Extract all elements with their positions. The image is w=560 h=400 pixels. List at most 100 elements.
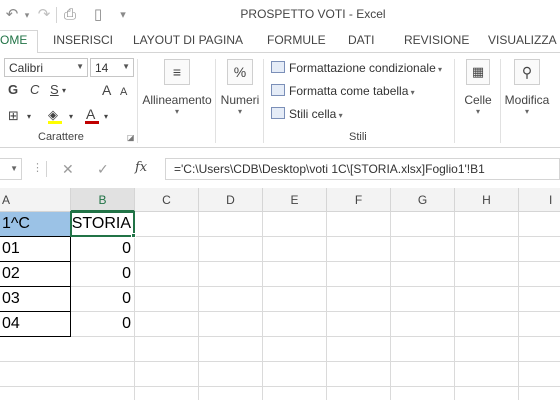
alignment-button[interactable]: ≡ Allineamento ▾ (141, 59, 213, 116)
cell-a5[interactable]: 04 (0, 315, 70, 333)
tab-insert[interactable]: INSERISCI (53, 33, 113, 47)
chevron-down-icon: ▼ (10, 164, 18, 173)
fill-handle[interactable] (131, 233, 136, 238)
number-format-button[interactable]: % Numeri ▾ (219, 59, 261, 116)
insert-function-button[interactable]: fx (135, 160, 147, 175)
editing-button[interactable]: ⚲ Modifica ▾ (501, 59, 553, 116)
name-box[interactable]: ▼ (0, 158, 22, 180)
chevron-down-icon: ▾ (174, 107, 179, 116)
cell-a2[interactable]: 01 (0, 240, 70, 258)
enter-icon[interactable]: ✓ (97, 161, 109, 178)
binoculars-icon: ⚲ (514, 59, 540, 85)
font-color-swatch (85, 121, 99, 124)
gridline (518, 212, 519, 400)
group-label-styles: Stili (349, 131, 367, 143)
cell-a3[interactable]: 02 (0, 265, 70, 283)
group-separator (263, 59, 264, 143)
column-header-f[interactable]: F (327, 188, 391, 212)
column-header-c[interactable]: C (135, 188, 199, 212)
cancel-icon[interactable]: ✕ (62, 161, 74, 178)
font-family-value: Calibri (9, 61, 44, 75)
font-family-select[interactable]: Calibri ▼ (4, 58, 88, 77)
tab-review[interactable]: REVISIONE (404, 33, 469, 47)
title-bar: ↶ ▾ ↷ ⎙ ▯ ▾ PROSPETTO VOTI - Excel (0, 0, 560, 30)
worksheet-grid: A B C D E F G H I 1^C STORIA 01 0 02 0 0… (0, 188, 560, 400)
gridline (0, 386, 560, 387)
format-table-icon (271, 84, 285, 96)
italic-button[interactable]: C (30, 82, 39, 98)
fill-color-dropdown-icon[interactable]: ▾ (69, 109, 73, 125)
chevron-down-icon: ▼ (122, 62, 130, 71)
conditional-formatting-label: Formattazione condizionale (289, 61, 436, 75)
cell-a1[interactable]: 1^C (0, 215, 70, 233)
cells-grid-icon: ▦ (466, 59, 490, 85)
tab-page-layout[interactable]: LAYOUT DI PAGINA (133, 33, 243, 47)
dialog-launcher-icon[interactable]: ◪ (127, 133, 135, 142)
ribbon: Calibri ▼ 14 ▼ G C S ▾ A A ⊞ ▾ ◈ ▾ A ▾ C… (0, 52, 560, 148)
group-separator (137, 59, 138, 143)
grow-font-button[interactable]: A (102, 82, 111, 98)
tab-data[interactable]: DATI (348, 33, 374, 47)
window-title: PROSPETTO VOTI - Excel (240, 7, 386, 21)
gridline (326, 212, 327, 400)
formula-bar: ▼ ⋮ ✕ ✓ fx ='C:\Users\CDB\Desktop\voti 1… (0, 156, 560, 182)
align-lines-icon: ≡ (164, 59, 190, 85)
format-as-table-button[interactable]: Formatta come tabella ▾ (271, 84, 415, 98)
underline-button[interactable]: S (50, 82, 59, 98)
cell-styles-icon (271, 107, 285, 119)
editing-label: Modifica (504, 93, 550, 107)
cell-styles-button[interactable]: Stili cella ▾ (271, 107, 343, 121)
cell-b5[interactable]: 0 (71, 315, 133, 333)
conditional-formatting-button[interactable]: Formattazione condizionale ▾ (271, 61, 442, 75)
fill-color-swatch (48, 121, 62, 124)
gridline (390, 212, 391, 400)
font-size-select[interactable]: 14 ▼ (90, 58, 134, 77)
cells-button[interactable]: ▦ Celle ▾ (459, 59, 497, 116)
cells-label: Celle (464, 93, 492, 107)
tab-home[interactable]: OME (0, 33, 27, 47)
toolbar-separator (46, 161, 47, 177)
more-options-icon[interactable]: ⋮ (32, 161, 43, 174)
font-color-button[interactable]: A (86, 106, 95, 122)
tab-view[interactable]: VISUALIZZA (488, 33, 557, 47)
chevron-down-icon: ▾ (435, 65, 442, 74)
gridline (198, 212, 199, 400)
column-header-g[interactable]: G (391, 188, 455, 212)
chevron-down-icon: ▾ (524, 107, 529, 116)
group-separator (215, 59, 216, 143)
underline-dropdown-icon[interactable]: ▾ (62, 83, 66, 99)
font-color-dropdown-icon[interactable]: ▾ (104, 109, 108, 125)
column-header-a[interactable]: A (0, 188, 71, 212)
gridline (262, 212, 263, 400)
active-cell-selection (70, 211, 135, 237)
formula-input[interactable]: ='C:\Users\CDB\Desktop\voti 1C\[STORIA.x… (165, 158, 560, 180)
number-label: Numeri (220, 93, 260, 107)
column-header-h[interactable]: H (455, 188, 519, 212)
chevron-down-icon: ▾ (237, 107, 242, 116)
group-label-font: Carattere (38, 131, 84, 143)
shrink-font-button[interactable]: A (120, 84, 127, 100)
percent-icon: % (227, 59, 253, 85)
cell-b4[interactable]: 0 (71, 290, 133, 308)
chevron-down-icon: ▾ (408, 88, 415, 97)
column-header-b[interactable]: B (71, 188, 135, 212)
gridline (0, 261, 560, 262)
gridline (0, 286, 560, 287)
gridline (134, 212, 135, 400)
gridline (0, 336, 560, 337)
column-header-d[interactable]: D (199, 188, 263, 212)
borders-dropdown-icon[interactable]: ▾ (27, 109, 31, 125)
conditional-formatting-icon (271, 61, 285, 73)
column-header-i[interactable]: I (519, 188, 560, 212)
cell-b3[interactable]: 0 (71, 265, 133, 283)
font-size-value: 14 (95, 61, 109, 75)
tab-formulas[interactable]: FORMULE (267, 33, 326, 47)
cell-b2[interactable]: 0 (71, 240, 133, 258)
group-separator (454, 59, 455, 143)
gridline (0, 361, 560, 362)
bold-button[interactable]: G (8, 82, 18, 98)
column-header-e[interactable]: E (263, 188, 327, 212)
cell-a4[interactable]: 03 (0, 290, 70, 308)
chevron-down-icon: ▼ (76, 62, 84, 71)
borders-icon[interactable]: ⊞ (8, 108, 19, 124)
